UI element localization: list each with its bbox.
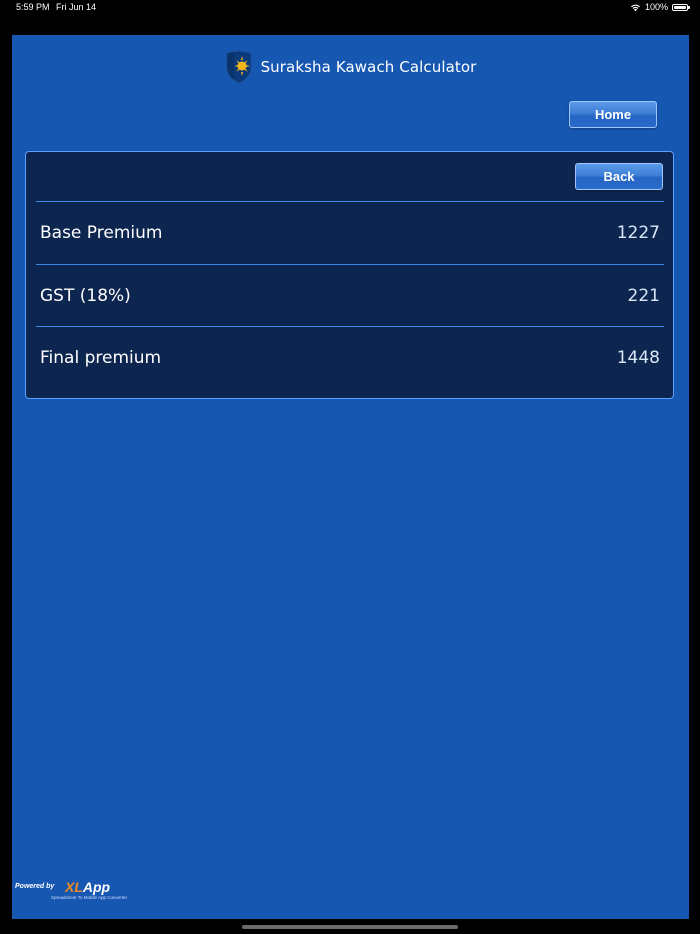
brand-tagline: Spreadsheet To Mobile App Converter [51,895,127,900]
app-title: Suraksha Kawach Calculator [260,58,477,76]
home-indicator[interactable] [242,925,458,929]
back-button[interactable]: Back [575,163,663,190]
status-time: 5:59 PM [16,2,50,12]
app-header: Suraksha Kawach Calculator [12,49,689,85]
row-value: 1227 [616,223,660,243]
powered-by-xlapp[interactable]: Powered by XLApp Spreadsheet To Mobile A… [15,879,145,904]
result-row-gst: GST (18%) 221 [36,264,664,326]
row-value: 1448 [616,348,660,368]
row-label: GST (18%) [40,286,131,306]
wifi-icon [630,4,640,11]
shield-sun-logo-icon [226,50,252,84]
status-indicators: 100% [630,2,690,12]
app-screen: Suraksha Kawach Calculator Home Back Bas… [12,35,689,919]
results-panel: Back Base Premium 1227 GST (18%) 221 Fin… [25,151,674,399]
status-date: Fri Jun 14 [56,2,97,12]
xlapp-logo: XLApp [65,879,110,895]
row-label: Final premium [40,348,162,368]
status-bar: 5:59 PM Fri Jun 14 100% [0,0,700,16]
powered-by-label: Powered by [15,883,55,890]
result-row-base-premium: Base Premium 1227 [36,201,664,263]
row-label: Base Premium [40,223,163,243]
battery-icon [672,3,690,11]
row-value: 221 [627,286,660,306]
brand-app: App [82,879,111,895]
home-button[interactable]: Home [569,101,657,128]
battery-percentage: 100% [644,2,668,12]
result-row-final-premium: Final premium 1448 [36,326,664,388]
brand-xl: XL [65,879,83,895]
